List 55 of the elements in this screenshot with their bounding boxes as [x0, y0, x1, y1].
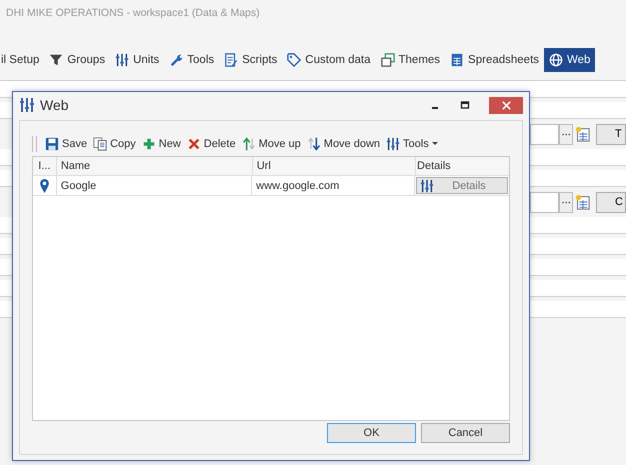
ribbon-tab[interactable]: il Setup	[0, 48, 44, 72]
close-button[interactable]	[489, 96, 523, 114]
sliders-icon	[386, 137, 400, 151]
side-button[interactable]: T	[596, 124, 626, 144]
ribbon-tab[interactable]: Custom data	[282, 48, 376, 72]
table-cell: Google	[56, 176, 252, 195]
tag-icon	[287, 53, 302, 67]
ribbon-tab[interactable]: Scripts	[219, 48, 282, 72]
script-icon	[224, 53, 238, 67]
caret-icon	[432, 142, 438, 146]
sliders-icon	[19, 97, 35, 113]
toolbar-button[interactable]: Copy	[90, 137, 139, 151]
delete-icon	[186, 137, 201, 151]
close-icon	[500, 100, 512, 110]
dialog-title: Web	[40, 97, 69, 113]
globe-icon	[549, 53, 564, 67]
windows-icon	[380, 53, 394, 67]
sliders-icon	[115, 53, 130, 67]
maximize-icon[interactable]	[459, 99, 471, 111]
move-down-icon	[306, 137, 321, 151]
ribbon-tab[interactable]: Web	[544, 48, 596, 72]
column-header[interactable]: Name	[56, 157, 253, 175]
ribbon-tab[interactable]: Units	[110, 48, 164, 72]
dialog-button[interactable]: OK	[327, 423, 416, 443]
column-header[interactable]: Url	[252, 157, 416, 175]
details-button[interactable]: Details	[416, 177, 508, 194]
funnel-icon	[49, 53, 64, 67]
wrench-icon	[169, 53, 184, 67]
ribbon-tab[interactable]: Spreadsheets	[445, 48, 544, 72]
input-field[interactable]	[530, 124, 559, 144]
move-up-icon	[242, 137, 256, 151]
sliders-icon	[420, 178, 434, 192]
column-header[interactable]: I...	[33, 157, 57, 175]
save-icon	[45, 137, 59, 151]
input-field[interactable]	[530, 192, 559, 212]
table-icon[interactable]	[574, 192, 592, 212]
table-icon[interactable]	[574, 124, 592, 144]
spreadsheet-icon	[450, 53, 464, 67]
toolbar-button[interactable]: Tools	[383, 137, 441, 151]
toolbar-button[interactable]: New	[138, 137, 184, 151]
plus-icon	[142, 137, 156, 151]
toolbar-button[interactable]: Move up	[238, 137, 304, 151]
ribbon-tab[interactable]: Groups	[44, 48, 110, 72]
copy-icon	[93, 137, 108, 151]
window-title: DHI MIKE OPERATIONS - workspace1 (Data & Maps)	[5, 6, 261, 21]
side-button[interactable]: C	[596, 192, 626, 212]
ribbon-tab[interactable]: Tools	[164, 48, 220, 72]
toolbar-button[interactable]: Save	[42, 137, 90, 151]
toolbar-button[interactable]: Move down	[304, 137, 384, 151]
ribbon-tab[interactable]: Themes	[376, 48, 446, 72]
table-cell: www.google.com	[252, 176, 415, 195]
dialog-button[interactable]: Cancel	[421, 423, 510, 443]
toolbar-button[interactable]: Delete	[184, 137, 239, 151]
map-pin-icon	[40, 178, 49, 192]
column-header[interactable]: Details	[416, 157, 509, 175]
